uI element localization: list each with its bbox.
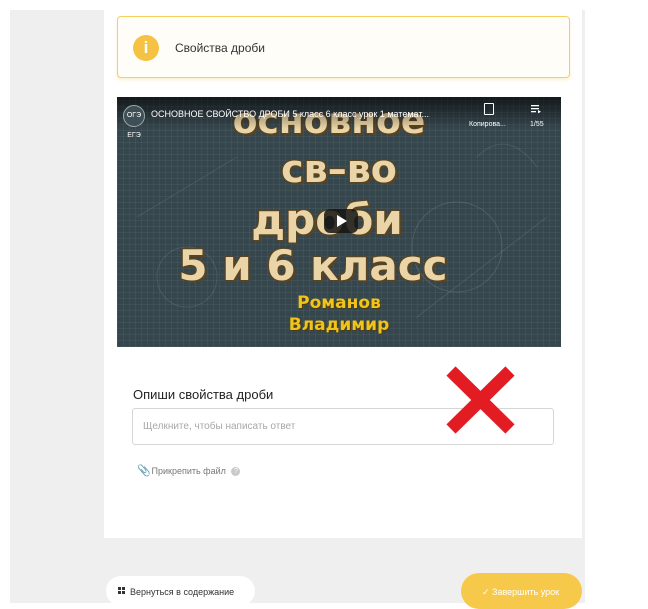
info-title: Свойства дроби (175, 41, 265, 55)
channel-logo[interactable]: ОГЭ ЕГЭ (123, 105, 145, 139)
wrong-cross-mark (446, 366, 515, 434)
question-label: Опиши свойства дроби (133, 387, 274, 402)
video-player[interactable]: основное св–во дроби 5 и 6 класс Романов… (117, 97, 561, 347)
paperclip-icon: 📎 (137, 465, 151, 477)
playlist-count: 1/55 (530, 121, 544, 128)
playlist-icon[interactable] (531, 104, 541, 114)
finish-lesson-label: ✓ Завершить урок (482, 587, 560, 597)
video-title[interactable]: ОСНОВНОЕ СВОЙСТВО ДРОБИ 5 класс 6 класс … (151, 109, 451, 119)
copy-link-label[interactable]: Копирова... (469, 121, 506, 128)
thumbnail-line-2: св–во (281, 147, 397, 191)
copy-link-icon[interactable] (484, 103, 494, 115)
thumbnail-author-line-1: Романов (297, 293, 381, 313)
back-to-contents-label: Вернуться в содержание (130, 587, 235, 597)
help-icon[interactable]: ? (231, 467, 241, 476)
info-box: i Свойства дроби (117, 16, 570, 78)
play-button[interactable] (324, 209, 358, 233)
thumbnail-line-4: 5 и 6 класс (178, 241, 448, 290)
finish-lesson-button[interactable]: ✓ Завершить урок (461, 573, 582, 609)
grid-icon (118, 587, 125, 594)
attach-file-link[interactable]: 📎 Прикрепить файл ? (137, 464, 241, 477)
attach-file-label: Прикрепить файл (151, 466, 226, 476)
thumbnail-author-line-2: Владимир (288, 315, 390, 335)
back-to-contents-button[interactable]: Вернуться в содержание (106, 576, 255, 606)
info-icon: i (133, 35, 159, 61)
video-top-bar: ОГЭ ЕГЭ ОСНОВНОЕ СВОЙСТВО ДРОБИ 5 класс … (117, 97, 561, 139)
